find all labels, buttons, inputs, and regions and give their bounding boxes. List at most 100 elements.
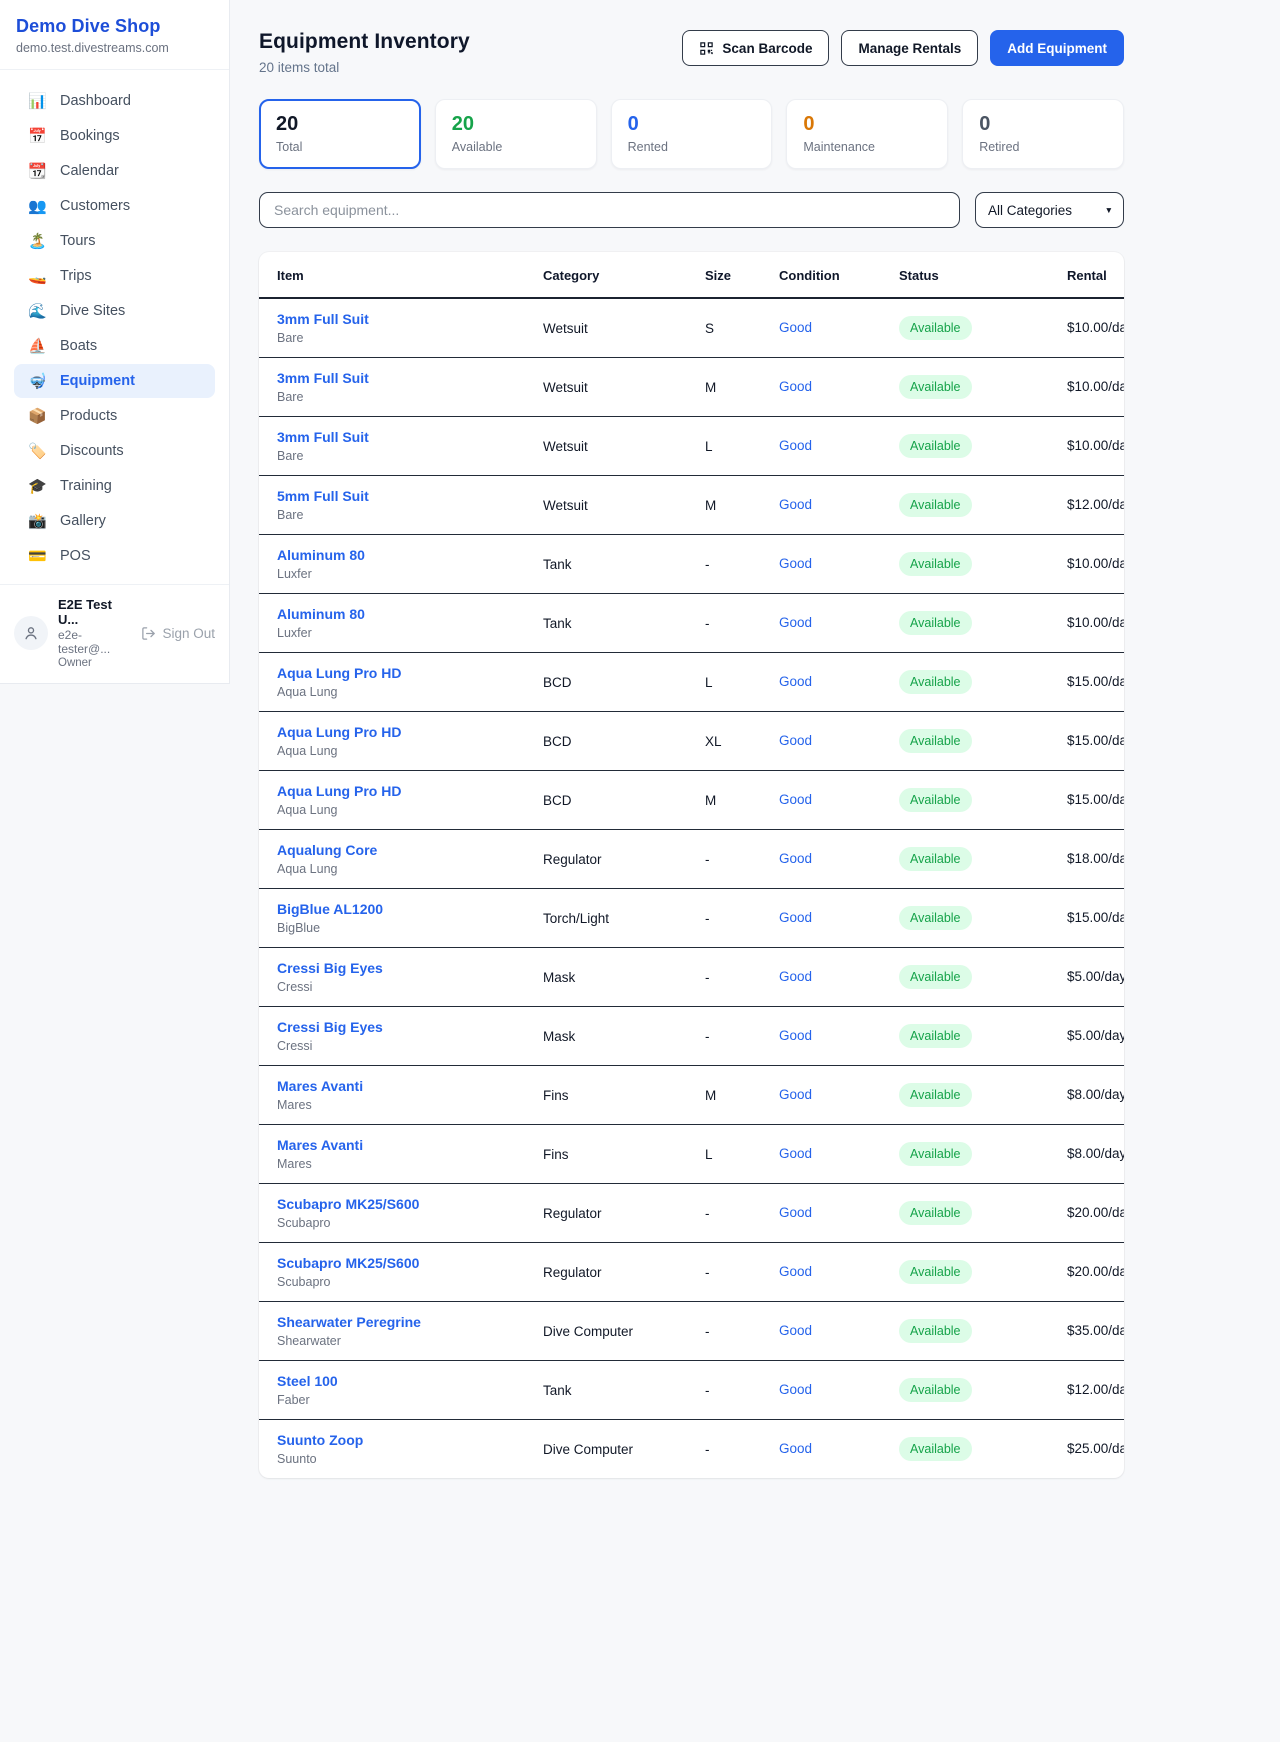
sidebar-item[interactable]: 📦 Products: [14, 399, 215, 433]
condition-link[interactable]: Good: [779, 1441, 812, 1456]
item-category: Tank: [525, 1361, 687, 1420]
condition-link[interactable]: Good: [779, 1264, 812, 1279]
item-size: -: [687, 535, 761, 594]
item-size: XL: [687, 712, 761, 771]
condition-link[interactable]: Good: [779, 615, 812, 630]
item-name-link[interactable]: Cressi Big Eyes: [277, 1019, 507, 1035]
stat-card[interactable]: 20 Total: [259, 99, 421, 169]
item-brand: BigBlue: [277, 921, 507, 935]
item-name-link[interactable]: BigBlue AL1200: [277, 901, 507, 917]
stat-label: Total: [276, 140, 404, 154]
sidebar-item-label: Calendar: [60, 163, 119, 179]
item-name-link[interactable]: Mares Avanti: [277, 1078, 507, 1094]
condition-link[interactable]: Good: [779, 792, 812, 807]
item-name-link[interactable]: Scubapro MK25/S600: [277, 1196, 507, 1212]
condition-link[interactable]: Good: [779, 969, 812, 984]
col-item: Item: [259, 252, 525, 298]
sidebar-item-icon: 🎓: [28, 479, 47, 494]
item-name-link[interactable]: Scubapro MK25/S600: [277, 1255, 507, 1271]
condition-link[interactable]: Good: [779, 851, 812, 866]
sidebar-item[interactable]: 🏷️ Discounts: [14, 434, 215, 468]
condition-link[interactable]: Good: [779, 1205, 812, 1220]
stat-card[interactable]: 0 Rented: [611, 99, 773, 169]
item-name-link[interactable]: 3mm Full Suit: [277, 311, 507, 327]
sidebar-item[interactable]: ⛵ Boats: [14, 329, 215, 363]
sidebar-item[interactable]: 🤿 Equipment: [14, 364, 215, 398]
item-name-link[interactable]: Shearwater Peregrine: [277, 1314, 507, 1330]
status-badge: Available: [899, 1378, 972, 1402]
condition-link[interactable]: Good: [779, 910, 812, 925]
item-brand: Bare: [277, 449, 507, 463]
table-row: Mares Avanti Mares Fins L Good Available…: [259, 1125, 1124, 1184]
item-name-link[interactable]: 3mm Full Suit: [277, 429, 507, 445]
sidebar-item-icon: 📸: [28, 514, 47, 529]
sidebar-item-icon: 🏷️: [28, 444, 47, 459]
sidebar-item[interactable]: 📸 Gallery: [14, 504, 215, 538]
item-name-link[interactable]: Aluminum 80: [277, 547, 507, 563]
sidebar-item-label: Dive Sites: [60, 303, 125, 319]
item-category: Dive Computer: [525, 1420, 687, 1479]
stat-card[interactable]: 0 Maintenance: [786, 99, 948, 169]
condition-link[interactable]: Good: [779, 1323, 812, 1338]
sidebar-item[interactable]: 📊 Dashboard: [14, 84, 215, 118]
rental-price: $10.00/day: [1067, 615, 1124, 630]
item-name-link[interactable]: Mares Avanti: [277, 1137, 507, 1153]
sidebar-item[interactable]: 👥 Customers: [14, 189, 215, 223]
stat-card[interactable]: 20 Available: [435, 99, 597, 169]
condition-link[interactable]: Good: [779, 379, 812, 394]
condition-link[interactable]: Good: [779, 438, 812, 453]
item-size: -: [687, 1184, 761, 1243]
category-filter[interactable]: All Categories: [975, 192, 1124, 228]
table-row: Scubapro MK25/S600 Scubapro Regulator - …: [259, 1184, 1124, 1243]
table-row: 3mm Full Suit Bare Wetsuit S Good Availa…: [259, 298, 1124, 358]
condition-link[interactable]: Good: [779, 674, 812, 689]
condition-link[interactable]: Good: [779, 320, 812, 335]
search-input[interactable]: [259, 192, 960, 228]
item-size: -: [687, 1302, 761, 1361]
condition-link[interactable]: Good: [779, 1087, 812, 1102]
item-brand: Luxfer: [277, 626, 507, 640]
item-category: Wetsuit: [525, 298, 687, 358]
manage-rentals-button[interactable]: Manage Rentals: [841, 30, 978, 66]
item-name-link[interactable]: Aqua Lung Pro HD: [277, 783, 507, 799]
sidebar-item[interactable]: 🎓 Training: [14, 469, 215, 503]
condition-link[interactable]: Good: [779, 1028, 812, 1043]
sidebar-item-label: Trips: [60, 268, 92, 284]
sign-out-button[interactable]: Sign Out: [141, 626, 215, 641]
item-name-link[interactable]: 5mm Full Suit: [277, 488, 507, 504]
sidebar-item[interactable]: 🌊 Dive Sites: [14, 294, 215, 328]
sidebar-item-label: Discounts: [60, 443, 124, 459]
rental-price: $10.00/day: [1067, 438, 1124, 453]
item-name-link[interactable]: 3mm Full Suit: [277, 370, 507, 386]
item-name-link[interactable]: Steel 100: [277, 1373, 507, 1389]
condition-link[interactable]: Good: [779, 733, 812, 748]
sidebar-item-icon: 💳: [28, 549, 47, 564]
item-name-link[interactable]: Cressi Big Eyes: [277, 960, 507, 976]
condition-link[interactable]: Good: [779, 497, 812, 512]
item-name-link[interactable]: Aqua Lung Pro HD: [277, 665, 507, 681]
sidebar-item[interactable]: 🏝️ Tours: [14, 224, 215, 258]
item-category: BCD: [525, 653, 687, 712]
shop-domain: demo.test.divestreams.com: [16, 41, 213, 55]
sidebar-item[interactable]: 💳 POS: [14, 539, 215, 573]
condition-link[interactable]: Good: [779, 556, 812, 571]
col-category: Category: [525, 252, 687, 298]
condition-link[interactable]: Good: [779, 1382, 812, 1397]
item-name-link[interactable]: Aluminum 80: [277, 606, 507, 622]
item-brand: Aqua Lung: [277, 803, 507, 817]
item-name-link[interactable]: Aqualung Core: [277, 842, 507, 858]
sidebar-item[interactable]: 📆 Calendar: [14, 154, 215, 188]
add-equipment-button[interactable]: Add Equipment: [990, 30, 1124, 66]
scan-barcode-button[interactable]: Scan Barcode: [682, 30, 829, 66]
condition-link[interactable]: Good: [779, 1146, 812, 1161]
sidebar-item[interactable]: 📅 Bookings: [14, 119, 215, 153]
stat-card[interactable]: 0 Retired: [962, 99, 1124, 169]
item-size: -: [687, 1361, 761, 1420]
item-name-link[interactable]: Suunto Zoop: [277, 1432, 507, 1448]
sidebar-item-icon: 📅: [28, 129, 47, 144]
item-category: Tank: [525, 535, 687, 594]
sidebar-item[interactable]: 🚤 Trips: [14, 259, 215, 293]
item-category: Mask: [525, 1007, 687, 1066]
scan-barcode-label: Scan Barcode: [722, 41, 812, 56]
item-name-link[interactable]: Aqua Lung Pro HD: [277, 724, 507, 740]
